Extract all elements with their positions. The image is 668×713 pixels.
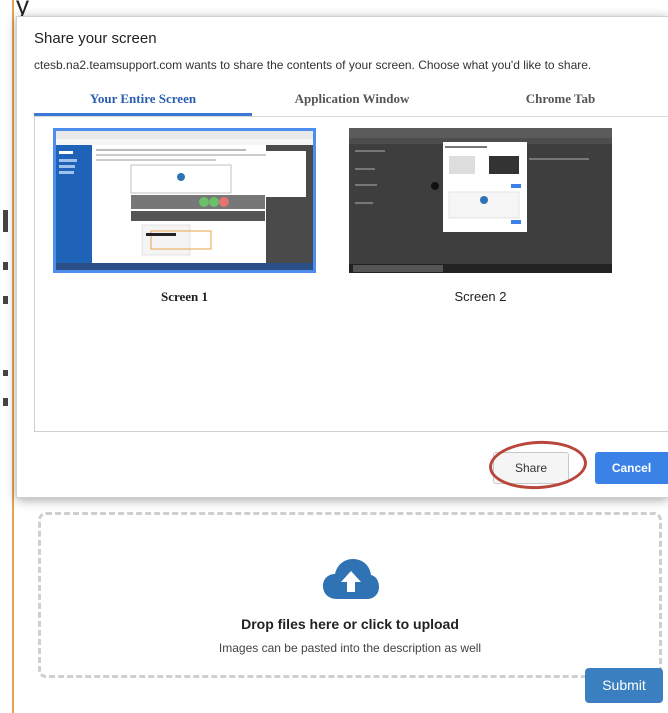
cancel-button[interactable]: Cancel: [595, 452, 668, 484]
screen-2-thumbnail[interactable]: [349, 128, 612, 273]
file-dropzone[interactable]: Drop files here or click to upload Image…: [38, 512, 662, 678]
dropzone-subtitle: Images can be pasted into the descriptio…: [218, 641, 482, 655]
submit-button[interactable]: Submit: [585, 668, 663, 703]
tab-bar: Your Entire Screen Application Window Ch…: [34, 89, 668, 117]
dialog-subtitle: ctesb.na2.teamsupport.com wants to share…: [34, 58, 592, 72]
dropzone-title: Drop files here or click to upload: [241, 616, 459, 632]
left-edge-marks: [3, 0, 9, 713]
dialog-title: Share your screen: [34, 30, 157, 47]
screen-1-preview: [56, 131, 313, 270]
screen-2-label: Screen 2: [454, 289, 507, 304]
cloud-upload-icon: [323, 559, 379, 599]
screen-picker-panel: Screen 1 Screen 2: [34, 116, 668, 432]
screen-1-label: Screen 1: [160, 289, 209, 304]
tab-entire-screen[interactable]: Your Entire Screen: [34, 89, 252, 116]
share-screen-dialog: Share your screen ctesb.na2.teamsupport.…: [16, 16, 668, 498]
tab-application-window[interactable]: Application Window: [252, 89, 452, 116]
tab-chrome-tab[interactable]: Chrome Tab: [452, 89, 668, 116]
screen-2-preview: [349, 128, 612, 273]
screen-1-thumbnail[interactable]: [53, 128, 316, 273]
